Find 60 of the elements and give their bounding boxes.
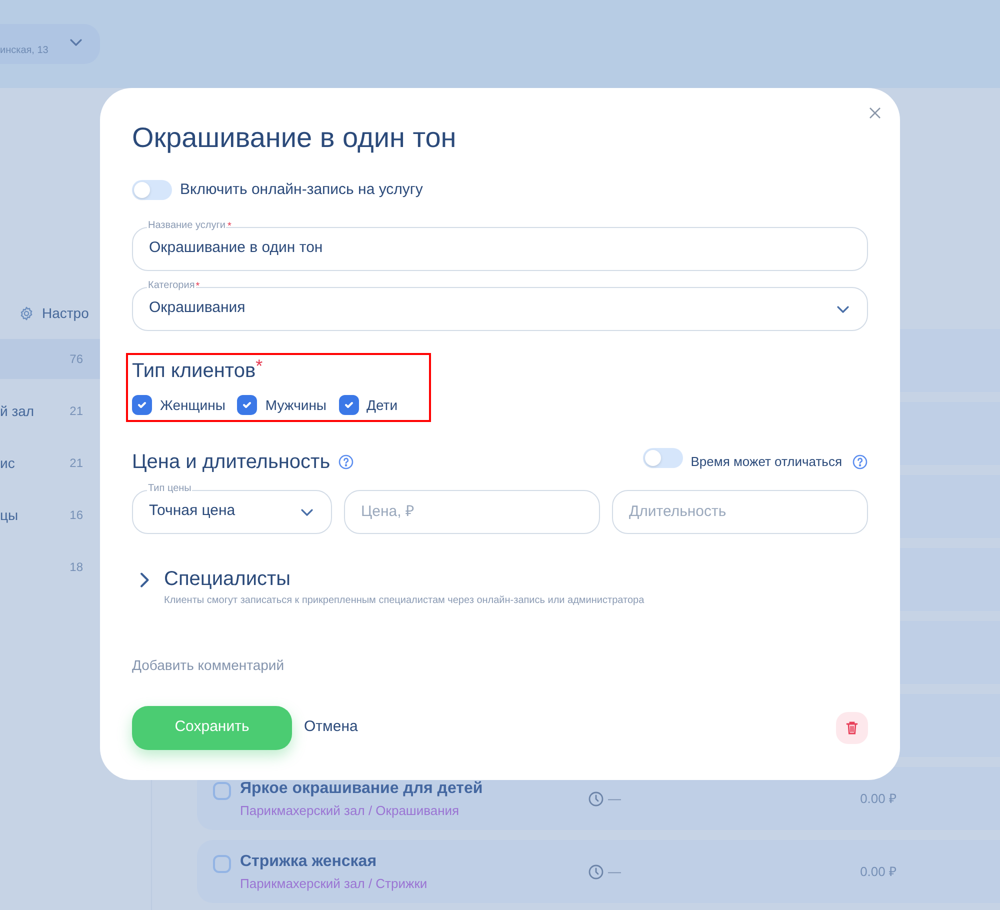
cancel-button[interactable]: Отмена [304, 716, 358, 739]
clock-icon [588, 864, 604, 880]
service-path: Парикмахерский зал / Стрижки [240, 874, 428, 893]
toggle-switch[interactable] [642, 448, 683, 468]
help-icon[interactable] [852, 454, 868, 470]
close-icon [867, 105, 883, 121]
field-label: Название услуги [147, 220, 226, 232]
service-title: Стрижка женская [240, 852, 378, 872]
category-name: цы [0, 506, 18, 525]
checkbox[interactable] [132, 395, 152, 415]
duration-field[interactable]: Длительность [612, 490, 868, 534]
help-icon[interactable] [338, 454, 354, 470]
category-count: 21 [70, 403, 83, 420]
service-path: Парикмахерский зал / Окрашивания [240, 802, 460, 820]
clock-icon [588, 790, 604, 806]
category-name: ис [0, 454, 15, 472]
settings-icon [19, 306, 34, 320]
checkbox-label: Женщины [160, 396, 226, 415]
category-count: 21 [70, 455, 83, 472]
section-title[interactable]: Специалисты [164, 564, 644, 592]
settings-label[interactable]: Настро [42, 302, 89, 324]
field-value: Точная цена [149, 501, 236, 522]
duration-text: — [608, 862, 621, 881]
price-field[interactable]: Цена, ₽ [344, 490, 600, 534]
dialog-title: Окрашивание в один тон [132, 121, 458, 155]
field-label: Категория [147, 280, 196, 292]
check-icon [342, 399, 354, 411]
check-icon [241, 399, 254, 411]
checkbox[interactable] [213, 782, 231, 800]
service-title: Яркое окрашивание для детей [240, 778, 484, 799]
field-value: Окрашивания [149, 298, 246, 318]
toggle-switch[interactable] [132, 180, 172, 200]
service-card[interactable]: Стрижка женская Парикмахерский зал / Стрижки — 0.00 ₽ [197, 840, 1000, 903]
checkbox[interactable] [338, 395, 358, 415]
field-value: Окрашивание в один тон [149, 238, 323, 258]
section-title: Цена и длительность [132, 450, 330, 474]
trash-icon [844, 720, 860, 736]
location-text: инская, 13 [0, 44, 48, 58]
price-text: 0.00 ₽ [860, 862, 897, 881]
close-button[interactable] [867, 105, 883, 121]
duration-text: — [608, 790, 621, 808]
checkbox-label: Дети [366, 396, 398, 415]
toggle-label: Время может отличаться [690, 452, 842, 471]
checkbox-label: Мужчины [265, 396, 326, 415]
required-mark: * [256, 356, 263, 374]
category-count: 18 [70, 559, 83, 576]
checkbox[interactable] [213, 855, 231, 873]
category-count: 16 [70, 507, 83, 524]
toggle-label: Включить онлайн-запись на услугу [180, 180, 423, 200]
save-button[interactable]: Сохранить [132, 706, 292, 750]
checkbox[interactable] [237, 395, 258, 415]
check-icon [136, 399, 148, 411]
location-dropdown[interactable]: инская, 13 [0, 24, 100, 64]
add-comment-link[interactable]: Добавить комментарий [132, 654, 284, 676]
category-count: 76 [70, 351, 83, 368]
price-text: 0.00 ₽ [860, 790, 897, 808]
category-name: й зал [0, 402, 34, 420]
section-hint: Клиенты смогут записаться к прикрепленным специалистам через онлайн-запись или администратора [164, 594, 644, 608]
field-label: Тип цены [147, 482, 192, 494]
delete-button[interactable] [836, 712, 868, 744]
